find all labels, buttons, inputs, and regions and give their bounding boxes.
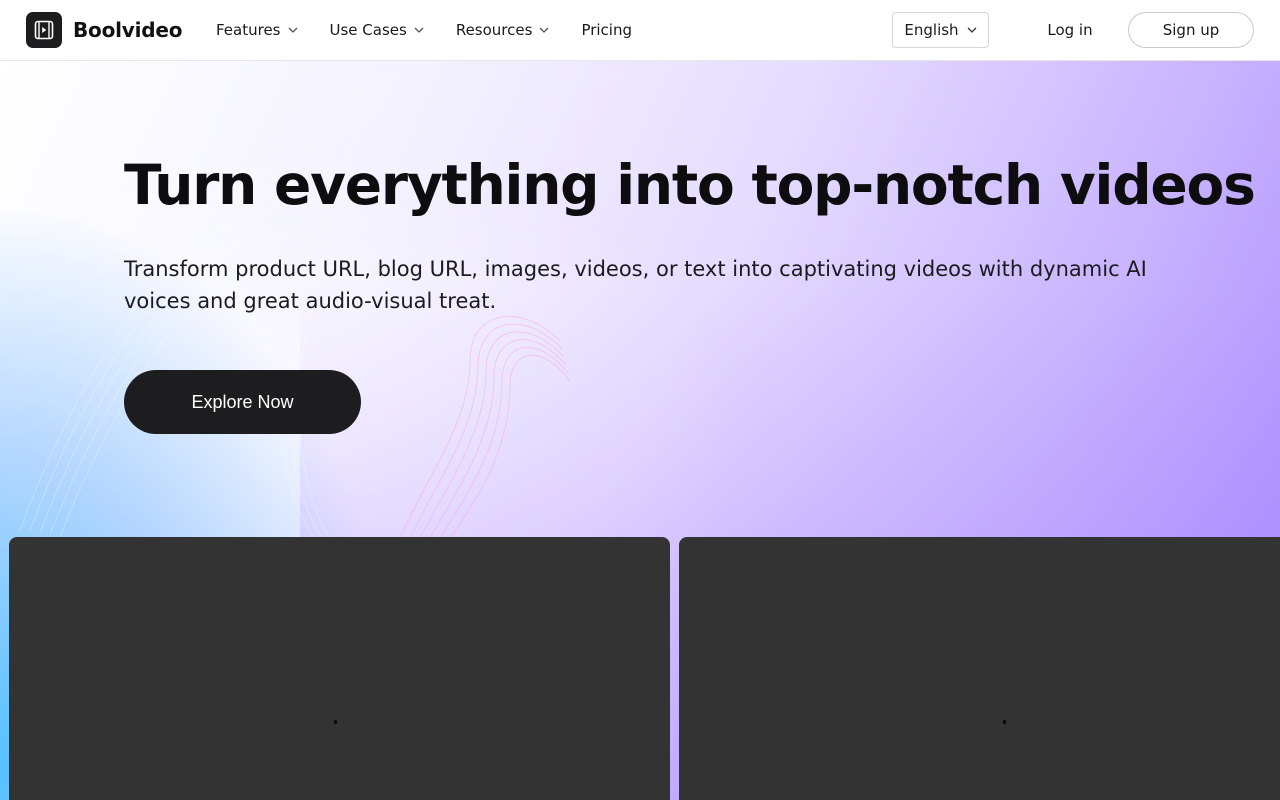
nav-item-label: Use Cases [329,21,407,39]
nav-item-pricing[interactable]: Pricing [581,21,632,39]
main-nav: Features Use Cases Resources Pricing [216,0,664,60]
login-button[interactable]: Log in [1030,12,1110,48]
nav-item-label: Pricing [581,21,632,39]
nav-item-label: Features [216,21,281,39]
video-preview-card[interactable] [9,537,670,800]
nav-item-features[interactable]: Features [216,21,298,39]
brand-name: Boolvideo [73,18,183,42]
loading-spinner-icon [334,720,337,724]
chevron-down-icon [967,27,977,33]
language-select[interactable]: English [892,12,989,48]
nav-item-use-cases[interactable]: Use Cases [330,21,424,39]
nav-item-resources[interactable]: Resources [456,21,550,39]
hero-subtitle: Transform product URL, blog URL, images,… [124,257,1147,313]
chevron-down-icon [414,27,424,33]
signup-button[interactable]: Sign up [1128,12,1254,48]
hero-title: Turn everything into top-notch videos [124,153,1256,217]
loading-spinner-icon [1003,720,1006,724]
hero-section: Turn everything into top-notch videos Tr… [0,61,1280,800]
chevron-down-icon [288,27,298,33]
explore-now-button[interactable]: Explore Now [124,370,361,434]
video-preview-card[interactable] [679,537,1280,800]
site-header: Boolvideo Features Use Cases Resources P… [0,0,1280,61]
language-select-value: English [904,21,959,39]
nav-item-label: Resources [455,21,533,39]
brand-logo[interactable]: Boolvideo [26,12,182,48]
play-frame-icon [26,12,62,48]
chevron-down-icon [539,27,549,33]
